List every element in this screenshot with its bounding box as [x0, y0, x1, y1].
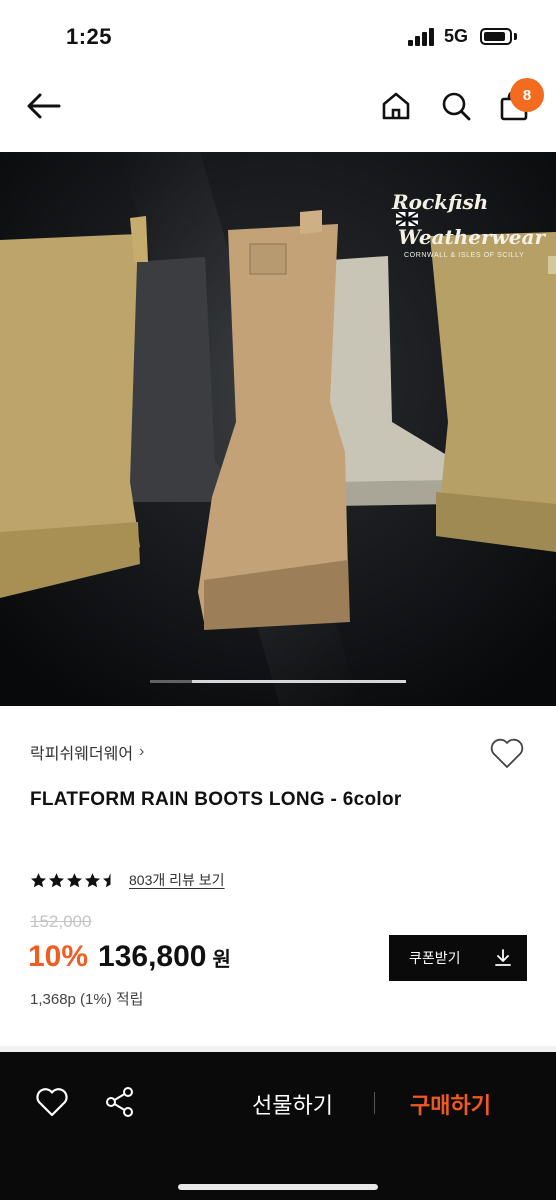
price-row: 10% 136,800 원: [28, 940, 231, 974]
status-bar: 1:25 5G: [0, 0, 556, 72]
review-link[interactable]: 803개 리뷰 보기: [129, 870, 225, 890]
image-slider-thumb[interactable]: [192, 680, 406, 683]
signal-icon: [408, 28, 436, 46]
gift-button[interactable]: 선물하기: [252, 1088, 333, 1120]
star-rating: [30, 872, 119, 889]
button-separator: [374, 1092, 375, 1114]
star-icon: [49, 872, 64, 887]
discount-rate: 10%: [28, 940, 89, 973]
home-indicator[interactable]: [178, 1184, 378, 1190]
product-hero-image[interactable]: Rockfish Weatherwear CORNWALL & ISLES OF…: [0, 152, 556, 706]
download-icon: [495, 949, 511, 966]
star-icon: [85, 872, 100, 887]
battery-tip: [514, 33, 517, 40]
union-jack-icon: [396, 212, 418, 226]
wishlist-heart-icon[interactable]: [34, 1084, 70, 1120]
points-info: 1,368p (1%) 적립: [30, 991, 144, 1008]
original-price: 152,000: [30, 912, 92, 931]
logo-line-1: Rockfish: [392, 190, 489, 214]
image-slider-track[interactable]: [150, 680, 406, 683]
bottom-action-bar: 선물하기 구매하기: [0, 1052, 556, 1200]
battery-icon: [480, 28, 512, 45]
home-icon[interactable]: [376, 86, 416, 126]
network-label: 5G: [444, 26, 469, 46]
rating-row: 803개 리뷰 보기: [30, 870, 225, 890]
sale-price: 136,800: [98, 940, 207, 973]
arrow-left-icon[interactable]: [24, 86, 64, 126]
nav-bar: 8: [0, 72, 556, 152]
buy-button[interactable]: 구매하기: [410, 1088, 491, 1120]
star-icon: [31, 872, 46, 887]
logo-line-2: Weatherwear: [398, 225, 545, 249]
star-icon: [67, 872, 82, 887]
star-half-icon: [103, 872, 111, 887]
brand-name: 락피쉬웨더웨어: [30, 746, 134, 763]
status-time: 1:25: [66, 24, 113, 49]
cart-count-badge: 8: [510, 78, 544, 112]
heart-icon[interactable]: [488, 734, 526, 772]
search-icon[interactable]: [436, 86, 476, 126]
brand-link[interactable]: 락피쉬웨더웨어 ›: [30, 740, 144, 764]
coupon-button[interactable]: 쿠폰받기: [389, 935, 527, 981]
brand-logo: Rockfish Weatherwear CORNWALL & ISLES OF…: [392, 192, 545, 259]
logo-subtitle: CORNWALL & ISLES OF SCILLY: [404, 252, 525, 259]
currency-label: 원: [212, 949, 231, 971]
product-title: FLATFORM RAIN BOOTS LONG - 6color: [30, 789, 402, 810]
share-icon[interactable]: [102, 1084, 138, 1120]
chevron-right-icon: ›: [139, 743, 145, 760]
coupon-label: 쿠폰받기: [409, 950, 461, 966]
